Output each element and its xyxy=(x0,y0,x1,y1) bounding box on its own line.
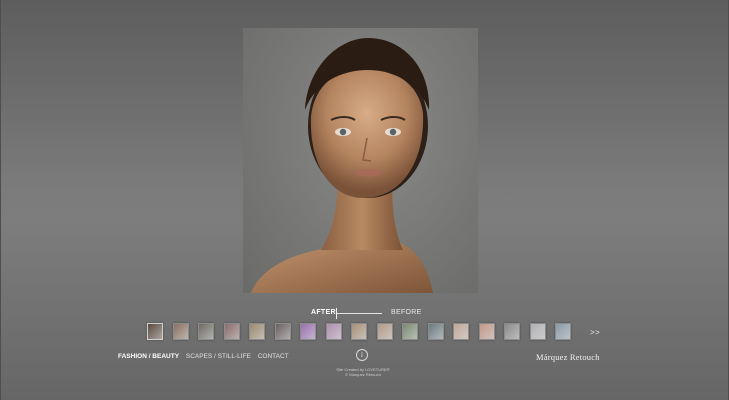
next-thumbnails-button[interactable]: >> xyxy=(590,328,600,337)
thumb-1[interactable] xyxy=(147,323,163,340)
site-credits: Site Created by LOVETURE® © Marquez Reto… xyxy=(320,367,406,377)
thumb-6[interactable] xyxy=(275,323,291,340)
info-button[interactable]: i xyxy=(356,349,368,361)
thumb-8[interactable] xyxy=(326,323,342,340)
brand-name[interactable]: Márquez Retouch xyxy=(536,352,600,362)
thumb-12[interactable] xyxy=(428,323,444,340)
portrait-image xyxy=(251,38,433,293)
thumb-2[interactable] xyxy=(173,323,189,340)
before-after-toggle: AFTER BEFORE xyxy=(300,306,440,320)
compare-slider-track[interactable] xyxy=(336,313,382,314)
thumb-9[interactable] xyxy=(351,323,367,340)
thumb-7[interactable] xyxy=(300,323,316,340)
credits-line-2: © Marquez Retouch xyxy=(345,372,381,377)
thumb-13[interactable] xyxy=(453,323,469,340)
nav-contact[interactable]: CONTACT xyxy=(258,353,289,360)
thumb-16[interactable] xyxy=(530,323,546,340)
main-photo xyxy=(243,28,478,293)
thumb-14[interactable] xyxy=(479,323,495,340)
thumb-4[interactable] xyxy=(224,323,240,340)
thumb-10[interactable] xyxy=(377,323,393,340)
thumb-15[interactable] xyxy=(504,323,520,340)
thumb-3[interactable] xyxy=(198,323,214,340)
compare-slider-handle[interactable] xyxy=(336,308,337,319)
before-button[interactable]: BEFORE xyxy=(391,309,422,316)
after-button[interactable]: AFTER xyxy=(311,309,336,316)
main-nav: FASHION / BEAUTY SCAPES / STILL-LIFE CON… xyxy=(118,353,294,360)
thumb-17[interactable] xyxy=(555,323,571,340)
nav-fashion-beauty[interactable]: FASHION / BEAUTY xyxy=(118,353,179,360)
thumb-5[interactable] xyxy=(249,323,265,340)
thumb-11[interactable] xyxy=(402,323,418,340)
nav-scapes-still-life[interactable]: SCAPES / STILL-LIFE xyxy=(186,353,251,360)
